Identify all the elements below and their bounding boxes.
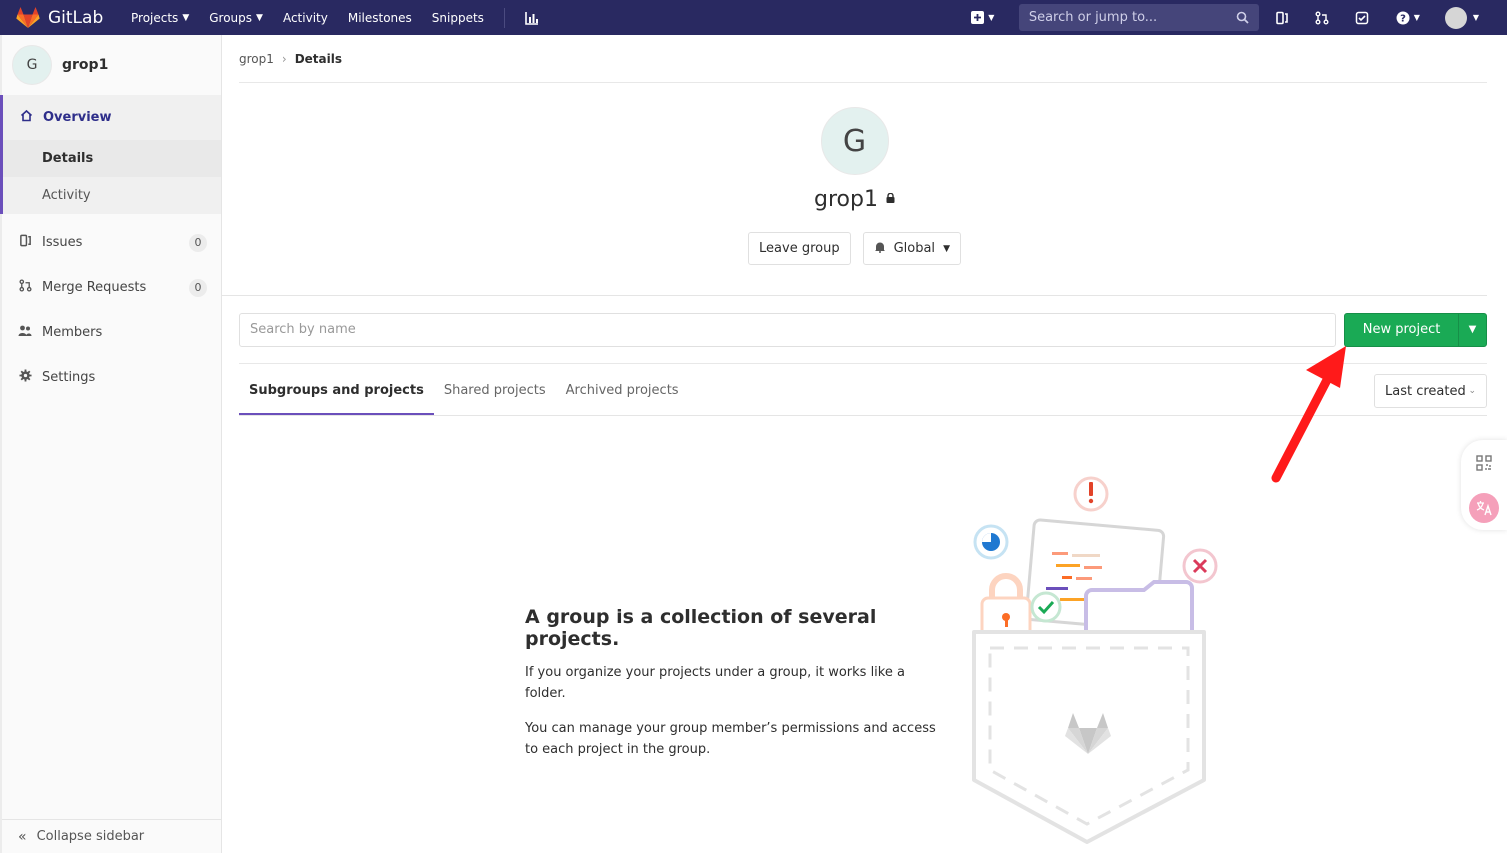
sort-dropdown[interactable]: Last created ⌄ [1374, 374, 1487, 408]
empty-state-illustration [972, 476, 1218, 844]
empty-state-line1: If you organize your projects under a gr… [525, 665, 905, 701]
merge-request-icon [18, 279, 32, 296]
sidebar-item-members-label: Members [42, 325, 103, 340]
tab-subgroups-and-projects[interactable]: Subgroups and projects [239, 383, 434, 415]
double-chevron-left-icon: « [18, 828, 27, 845]
search-icon [1236, 11, 1249, 24]
nav-groups[interactable]: Groups ▼ [209, 11, 263, 25]
svg-text:?: ? [1400, 13, 1406, 24]
red-arrow-annotation [1271, 346, 1346, 483]
help-icon[interactable]: ? ▼ [1393, 9, 1423, 27]
collapse-sidebar-button[interactable]: « Collapse sidebar [2, 819, 222, 853]
chevron-down-icon: ▼ [1413, 13, 1420, 22]
search-by-name-input[interactable]: Search by name [239, 312, 1337, 347]
group-actions: Leave group Global ▼ [742, 232, 967, 265]
nav-milestones-label: Milestones [347, 10, 412, 25]
sidebar-item-overview[interactable]: Overview [3, 95, 221, 140]
brand-name: GitLab [48, 7, 104, 28]
group-name: grop1 [814, 187, 878, 212]
chevron-down-icon: ▼ [256, 12, 263, 23]
plus-square-icon[interactable]: ▼ [969, 9, 997, 27]
nav-snippets-label: Snippets [431, 10, 484, 25]
breadcrumb: grop1 › Details [239, 35, 1487, 83]
nav-groups-label: Groups [209, 10, 253, 25]
sidebar-item-merge-requests[interactable]: Merge Requests 0 [2, 265, 221, 310]
translate-icon[interactable] [1469, 492, 1499, 523]
sidebar-group-header[interactable]: G grop1 [2, 35, 221, 95]
new-project-button[interactable]: New project [1345, 313, 1460, 346]
gear-icon [18, 369, 32, 386]
chevron-right-icon: › [281, 51, 287, 66]
chevron-down-icon[interactable]: ▼ [1473, 13, 1479, 22]
sidebar-item-settings[interactable]: Settings [2, 355, 221, 400]
chevron-down-icon: ▼ [988, 13, 995, 22]
sidebar-item-issues-label: Issues [42, 235, 83, 250]
lock-icon [886, 192, 895, 206]
nav-milestones[interactable]: Milestones [348, 11, 412, 25]
search-by-name-placeholder: Search by name [250, 322, 356, 337]
gitlab-home-link[interactable]: GitLab [16, 6, 131, 29]
sidebar-item-merge-requests-label: Merge Requests [42, 280, 147, 295]
issues-icon [18, 234, 32, 251]
sort-dropdown-label: Last created [1385, 383, 1466, 399]
home-icon [19, 109, 33, 126]
tab-archived-projects[interactable]: Archived projects [556, 383, 689, 415]
floating-toolbar [1461, 440, 1507, 530]
sidebar-item-details[interactable]: Details [3, 140, 221, 177]
gitlab-logo-icon [16, 6, 40, 28]
nav-divider [503, 7, 505, 28]
empty-state-title: A group is a collection of several proje… [525, 606, 877, 650]
sidebar-group-avatar: G [12, 45, 52, 85]
notification-level-label: Global [893, 241, 936, 256]
group-title: grop1 [814, 187, 895, 212]
issues-count-badge: 0 [189, 233, 207, 252]
group-avatar: G [820, 107, 889, 175]
todo-check-icon[interactable] [1353, 9, 1371, 27]
top-navbar: GitLab Projects ▼ Groups ▼ Activity Milest… [0, 0, 1507, 35]
new-project-split-button: New project ▼ [1344, 312, 1487, 347]
nav-projects[interactable]: Projects ▼ [131, 11, 189, 25]
sidebar-group-name: grop1 [62, 57, 109, 73]
users-icon [18, 324, 32, 341]
nav-snippets[interactable]: Snippets [432, 11, 484, 25]
global-search-input[interactable]: Search or jump to... [1018, 4, 1259, 31]
sidebar-item-settings-label: Settings [42, 370, 96, 385]
global-search-placeholder: Search or jump to... [1028, 10, 1158, 25]
tab-shared-projects[interactable]: Shared projects [434, 383, 556, 415]
notification-dropdown[interactable]: Global ▼ [862, 232, 961, 265]
group-header: G grop1 Leave group Global ▼ [222, 83, 1487, 296]
chevron-down-icon: ⌄ [1468, 386, 1476, 396]
issues-icon[interactable] [1273, 9, 1291, 27]
nav-projects-label: Projects [131, 10, 179, 25]
empty-state-text: A group is a collection of several proje… [525, 606, 945, 774]
sidebar-item-members[interactable]: Members [2, 310, 221, 355]
qr-code-icon[interactable] [1469, 448, 1499, 478]
bell-icon [874, 241, 886, 256]
chevron-down-icon: ▼ [182, 12, 190, 23]
sidebar-item-overview-label: Overview [43, 110, 112, 125]
caret-down-icon: ▼ [943, 243, 950, 254]
group-sidebar: G grop1 Overview Details Activity Issues… [0, 35, 222, 853]
empty-state-line2: You can manage your group member’s permi… [525, 721, 936, 757]
breadcrumb-parent-link[interactable]: grop1 [239, 52, 274, 66]
merge-request-icon[interactable] [1313, 9, 1331, 27]
leave-group-button[interactable]: Leave group [748, 232, 851, 265]
sidebar-overview-group: Overview Details Activity [0, 95, 221, 214]
sidebar-item-issues[interactable]: Issues 0 [2, 220, 221, 265]
nav-activity[interactable]: Activity [283, 11, 328, 25]
sidebar-item-activity[interactable]: Activity [3, 177, 221, 214]
merge-requests-count-badge: 0 [189, 278, 207, 297]
chart-icon[interactable] [523, 9, 541, 27]
nav-activity-label: Activity [282, 10, 328, 25]
breadcrumb-current: Details [294, 51, 343, 66]
new-project-dropdown-toggle[interactable]: ▼ [1459, 314, 1486, 346]
caret-down-icon: ▼ [1468, 324, 1477, 335]
user-avatar[interactable] [1444, 6, 1467, 29]
collapse-sidebar-label: Collapse sidebar [36, 829, 145, 844]
